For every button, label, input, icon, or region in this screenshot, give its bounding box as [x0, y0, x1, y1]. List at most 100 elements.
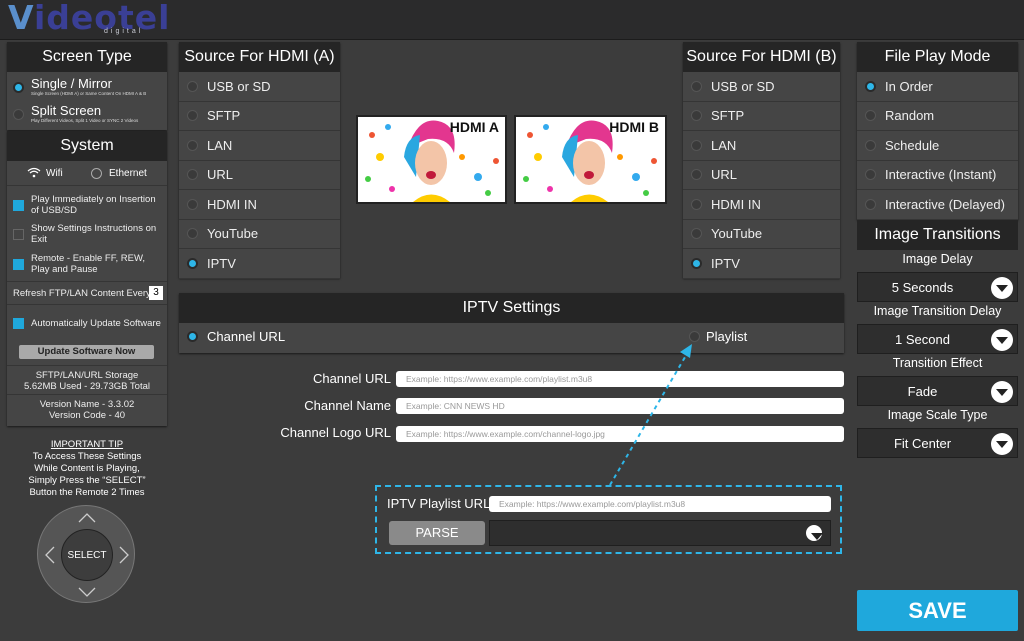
- tip-line: To Access These Settings: [32, 451, 142, 462]
- image-scale-value: Fit Center: [893, 436, 952, 451]
- chevron-down-icon: [991, 277, 1013, 299]
- transition-effect-dropdown[interactable]: Fade: [857, 376, 1018, 406]
- playlist-callout-box: IPTV Playlist URL Example: https://www.e…: [375, 485, 842, 554]
- hdmi-b-option-label: HDMI IN: [711, 196, 761, 212]
- save-button[interactable]: SAVE: [857, 590, 1018, 631]
- channel-url-option-label: Channel URL: [207, 329, 286, 344]
- checkbox-icon: [13, 199, 24, 211]
- check-auto-update[interactable]: Automatically Update Software: [13, 313, 163, 333]
- hdmi-a-option[interactable]: IPTV: [179, 249, 340, 279]
- screen-type-panel: Screen Type Single / Mirror Single Scree…: [7, 42, 167, 130]
- hdmi-a-panel: Source For HDMI (A) USB or SD SFTP LAN URL H…: [179, 42, 340, 279]
- version-code: Version Code - 40: [48, 410, 126, 421]
- radio-icon: [691, 169, 702, 181]
- system-panel: System Wifi Ethernet Play Immediately on…: [7, 131, 167, 426]
- hdmi-b-option[interactable]: YouTube: [683, 220, 840, 249]
- hdmi-a-option[interactable]: USB or SD: [179, 72, 340, 102]
- playlist-url-label: IPTV Playlist URL: [387, 496, 491, 511]
- playlist-option-label: Playlist: [706, 329, 748, 344]
- hdmi-b-option-label: SFTP: [711, 108, 745, 124]
- right-arrow-icon[interactable]: [119, 546, 129, 564]
- check-label: Show Settings Instructions on Exit: [31, 223, 157, 245]
- image-delay-dropdown[interactable]: 5 Seconds: [857, 272, 1018, 302]
- transition-effect-value: Fade: [907, 384, 938, 399]
- radio-icon: [691, 110, 702, 122]
- check-play-immediately[interactable]: Play Immediately on Insertion of USB/SD: [13, 192, 163, 218]
- check-remote[interactable]: Remote - Enable FF, REW, Play and Pause: [13, 251, 163, 277]
- hdmi-a-option-label: SFTP: [207, 108, 241, 124]
- network-row: Wifi Ethernet: [7, 161, 167, 186]
- ethernet-icon[interactable]: [91, 168, 102, 179]
- hdmi-b-option[interactable]: URL: [683, 161, 840, 190]
- screen-type-split[interactable]: Split Screen Play Different Videos, Spli…: [13, 103, 163, 125]
- hdmi-a-option[interactable]: SFTP: [179, 102, 340, 131]
- file-play-option[interactable]: Random: [857, 102, 1018, 131]
- hdmi-a-option[interactable]: LAN: [179, 131, 340, 161]
- radio-icon: [691, 198, 702, 210]
- file-play-option[interactable]: Interactive (Instant): [857, 161, 1018, 190]
- hdmi-b-option[interactable]: SFTP: [683, 102, 840, 131]
- check-label: Remote - Enable FF, REW, Play and Pause: [31, 253, 146, 275]
- hdmi-b-label: HDMI B: [609, 119, 659, 135]
- radio-icon: [865, 139, 876, 151]
- playlist-dropdown[interactable]: [489, 520, 831, 546]
- file-play-option[interactable]: Schedule: [857, 131, 1018, 161]
- image-scale-dropdown[interactable]: Fit Center: [857, 428, 1018, 458]
- file-play-option[interactable]: In Order: [857, 72, 1018, 102]
- radio-icon: [187, 198, 198, 210]
- radio-icon: [865, 110, 876, 122]
- playlist-url-input[interactable]: Example: https://www.example.com/playlis…: [489, 496, 831, 512]
- screen-type-single[interactable]: Single / Mirror Single Screen (HDMI A) o…: [13, 76, 163, 98]
- tip-title: IMPORTANT TIP: [50, 439, 124, 450]
- storage-box: SFTP/LAN/URL Storage 5.62MB Used - 29.73…: [7, 365, 167, 395]
- chevron-down-icon: [991, 381, 1013, 403]
- hdmi-a-label: HDMI A: [449, 119, 499, 135]
- update-software-button[interactable]: Update Software Now: [19, 345, 154, 359]
- hdmi-b-option-label: URL: [711, 167, 738, 183]
- hdmi-a-option[interactable]: HDMI IN: [179, 190, 340, 220]
- hdmi-a-option[interactable]: YouTube: [179, 220, 340, 249]
- hdmi-b-option[interactable]: LAN: [683, 131, 840, 161]
- hdmi-b-option[interactable]: HDMI IN: [683, 190, 840, 220]
- radio-icon: [187, 139, 198, 151]
- hdmi-b-preview: HDMI B: [514, 115, 667, 204]
- select-button[interactable]: SELECT: [61, 529, 113, 581]
- chevron-down-icon: [806, 525, 823, 541]
- file-play-option[interactable]: Interactive (Delayed): [857, 190, 1018, 220]
- iptv-channel-url-option[interactable]: Channel URL: [187, 329, 285, 344]
- wifi-icon[interactable]: [27, 167, 41, 181]
- transition-effect-label: Transition Effect: [892, 356, 983, 370]
- down-arrow-icon[interactable]: [78, 587, 96, 597]
- checkbox-icon: [13, 228, 24, 240]
- parse-button[interactable]: PARSE: [389, 521, 485, 545]
- callout-arrow: [609, 344, 692, 486]
- left-arrow-icon[interactable]: [45, 546, 55, 564]
- radio-icon: [187, 110, 198, 122]
- hdmi-b-option-label: LAN: [711, 137, 737, 153]
- radio-icon: [691, 139, 702, 151]
- image-delay-label: Image Delay: [902, 252, 973, 266]
- check-show-instructions[interactable]: Show Settings Instructions on Exit: [13, 221, 163, 247]
- hdmi-b-title: Source For HDMI (B): [683, 42, 840, 72]
- hdmi-a-option[interactable]: URL: [179, 161, 340, 190]
- radio-icon: [691, 257, 702, 269]
- screen-type-split-label: Split Screen: [31, 103, 102, 118]
- file-play-option-label: Random: [885, 108, 935, 124]
- check-label: Play Immediately on Insertion of USB/SD: [31, 194, 156, 216]
- transition-delay-dropdown[interactable]: 1 Second: [857, 324, 1018, 354]
- channel-logo-label: Channel Logo URL: [280, 425, 391, 440]
- file-play-panel: File Play Mode In Order Random Schedule Int…: [857, 42, 1018, 220]
- transition-delay-value: 1 Second: [895, 332, 950, 347]
- checkbox-icon: [13, 258, 24, 270]
- hdmi-b-option[interactable]: IPTV: [683, 249, 840, 279]
- storage-value: 5.62MB Used - 29.73GB Total: [23, 381, 151, 392]
- up-arrow-icon[interactable]: [78, 513, 96, 523]
- hdmi-b-option[interactable]: USB or SD: [683, 72, 840, 102]
- hdmi-b-option-label: YouTube: [711, 226, 763, 242]
- radio-icon: [691, 228, 702, 240]
- file-play-option-label: Interactive (Instant): [885, 167, 997, 183]
- hdmi-a-option-label: HDMI IN: [207, 196, 257, 212]
- tip-line: While Content is Playing,: [34, 463, 140, 474]
- radio-icon: [865, 169, 876, 181]
- refresh-input[interactable]: 3: [149, 286, 163, 300]
